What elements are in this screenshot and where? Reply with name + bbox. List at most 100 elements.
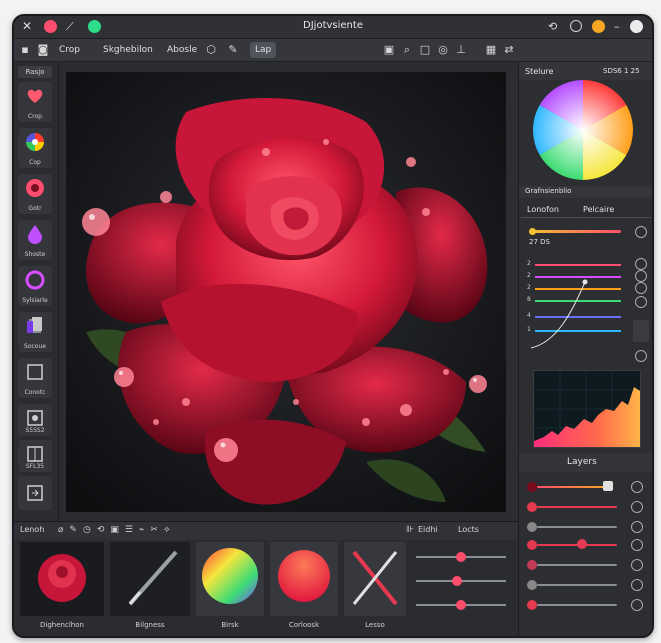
frame-icon[interactable]: ▣ [382,43,396,57]
tone-curve [530,279,588,349]
window-orange-dot[interactable] [592,20,605,33]
crop-tool[interactable]: Crop [54,42,85,58]
option-icon[interactable] [635,282,647,294]
sketch-tool[interactable]: Skghebilon [98,42,158,58]
eye-icon [27,410,43,426]
layer-row[interactable] [527,520,643,534]
tab-lonofon[interactable]: Lonofon [527,205,559,214]
drop-icon [28,225,42,244]
slider-1[interactable] [529,228,621,235]
stelure-label: Stelure [525,67,554,76]
undo-icon[interactable]: ⟲ [548,20,561,33]
sidebar-item-conotc[interactable]: Conotc [18,358,52,398]
export-icon [27,485,43,501]
grid-icon [27,446,43,462]
absolute-tool[interactable]: Abosle [162,42,202,58]
option-icon[interactable] [631,521,643,533]
camera-icon[interactable]: ◙ [36,43,50,57]
lap-tool[interactable]: Lap [250,42,277,58]
color-wheel-icon [26,133,44,151]
tag-icon[interactable]: ⬡ [204,43,218,57]
pin-icon[interactable]: ⊥ [454,43,468,57]
window-white-dot[interactable] [630,20,643,33]
bottom-panel: Lenoh ⌀✎◷⟲▣☰⌁✂⟡ ⊪ Eidhi Locts Dighenclho… [14,521,518,636]
circle-icon[interactable] [570,20,582,32]
right-panel: Stelure SDS6 1 25 Grafnsienblio Lonofon … [518,62,652,636]
option-icon[interactable] [631,579,643,591]
thumb-3[interactable]: Birsk [196,542,264,629]
sidebar-item-s5ss2[interactable]: S5SS2 [18,404,52,436]
option-icon[interactable] [635,258,647,270]
layer-row[interactable] [527,558,643,572]
minus-icon[interactable]: – [614,20,627,33]
gradient-header: Grafnsienblio [525,187,572,195]
left-sidebar: Rasjo Crop Cop Gotr Shoste Sylsiarle Soc… [14,62,59,520]
sidebar-item-sfl35[interactable]: SFL35 [18,440,52,472]
bottom-icons[interactable]: ⌀✎◷⟲▣☰⌁✂⟡ [58,525,176,535]
tab-pelcaire[interactable]: Pelcaire [583,205,614,214]
layer-row[interactable] [527,538,643,552]
title-bar: ✕ ⟋ DJjotvsiente ⟲ – [14,16,652,39]
thumb-1[interactable]: Dighenclhon [20,542,104,629]
lasso-thumbnail [352,550,398,606]
sidebar-item-label: Conotc [24,389,46,396]
box-icon[interactable]: □ [418,43,432,57]
split-icon[interactable]: ⊪ [406,525,414,535]
sidebar-header: Rasjo [18,66,52,78]
option-icon[interactable] [635,270,647,282]
option-icon[interactable] [631,599,643,611]
sidebar-item-shoste[interactable]: Shoste [18,220,52,260]
option-icon[interactable] [631,539,643,551]
histogram [533,370,641,448]
sidebar-item-label: Gotr [28,205,42,212]
bottom-label-mid[interactable]: Eidhi [418,525,438,534]
heart-icon [27,89,43,103]
sidebar-item-sylsiarle[interactable]: Sylsiarle [18,266,52,306]
layer-row[interactable] [527,578,643,592]
sidebar-item-cop[interactable]: Cop [18,128,52,168]
layers-title: Layers [567,457,597,467]
red-orb-thumbnail [278,550,330,602]
square-icon [27,364,43,380]
bottom-label-right[interactable]: Locts [458,525,479,534]
rose-image [66,72,506,512]
adjust-slider-1[interactable] [416,552,506,562]
adjust-slider-3[interactable] [416,600,506,610]
sidebar-item-crop[interactable]: Crop [18,82,52,122]
target-icon[interactable]: ◎ [436,43,450,57]
option-icon[interactable] [635,296,647,308]
sidebar-item-socoue[interactable]: Socoue [18,312,52,352]
curve-tool-button[interactable] [633,320,649,342]
sidebar-item-label: Crop [27,113,42,120]
code-label: SDS6 1 25 [603,67,640,75]
swap-icon[interactable]: ⇄ [502,43,516,57]
thumb-5[interactable]: Lesso [344,542,406,629]
file-icon[interactable]: ▪ [18,43,32,57]
layer-row[interactable] [527,480,643,494]
layer-row[interactable] [527,500,643,514]
brush-icon[interactable] [631,481,643,493]
gallery-icon[interactable]: ▦ [484,43,498,57]
option-icon[interactable] [631,559,643,571]
bottom-toolbar: Lenoh ⌀✎◷⟲▣☰⌁✂⟡ ⊪ Eidhi Locts [14,522,518,540]
option-icon[interactable] [631,501,643,513]
option-icon[interactable] [635,226,647,238]
curves-panel[interactable]: 2 2 2 8 4 1 [527,252,627,352]
layer-row[interactable] [527,598,643,612]
adjust-slider-2[interactable] [416,576,506,586]
color-wheel-picker[interactable] [533,80,633,180]
toolbar: ▪ ◙ Crop Skghebilon Abosle ⬡ ✎ Lap ▣ ⌕ □… [14,39,652,62]
sidebar-item-label: Cop [29,159,41,166]
value-label: 27 DS [529,238,550,246]
app-window: ✕ ⟋ DJjotvsiente ⟲ – ▪ ◙ Crop Skghebilon… [12,14,654,638]
brush-icon[interactable]: ✎ [226,43,240,57]
sidebar-item-gotr[interactable]: Gotr [18,174,52,214]
sidebar-item-label: S5SS2 [25,427,45,434]
option-icon[interactable] [635,350,647,362]
sidebar-item-export[interactable] [18,476,52,510]
image-canvas[interactable] [66,72,506,512]
search-icon[interactable]: ⌕ [400,43,414,57]
bottom-label-left: Lenoh [20,525,45,534]
thumb-2[interactable]: Bilgness [110,542,190,629]
thumb-4[interactable]: Corloosk [270,542,338,629]
